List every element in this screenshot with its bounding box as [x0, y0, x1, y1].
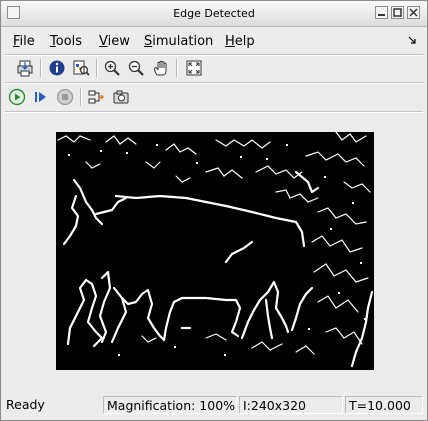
status-state: Ready [6, 397, 45, 412]
menu-help[interactable]: Help [225, 34, 255, 49]
menu-view-label: iew [107, 34, 130, 49]
status-time: T=10.000 [345, 396, 423, 414]
menu-help-mnemonic: H [225, 34, 235, 49]
toolbar-primary [1, 55, 427, 81]
menu-tools[interactable]: Tools [50, 34, 82, 49]
app-window: Edge Detected File Tools View Simulation… [0, 0, 428, 421]
menu-file[interactable]: File [13, 34, 35, 49]
close-icon [409, 8, 418, 17]
toolbar-divider [80, 88, 82, 106]
step-forward-icon [35, 92, 46, 102]
status-image-info: I:240x320 [239, 396, 343, 414]
image-scroll-panel[interactable] [5, 115, 423, 391]
pixel-region-button[interactable] [71, 58, 91, 78]
info-button[interactable] [47, 58, 67, 78]
stop-icon [56, 88, 74, 106]
maximize-button[interactable] [391, 6, 404, 19]
dock-arrow-icon[interactable] [407, 35, 417, 48]
status-bar: Ready Magnification: 100% I:240x320 T=10… [1, 394, 427, 416]
edge-image-graphic [56, 132, 374, 370]
menu-simulation-label: imulation [152, 34, 214, 49]
zoom-out-icon [128, 60, 144, 76]
print-icon [17, 60, 33, 77]
status-magnification: Magnification: 100% [103, 396, 237, 414]
menu-help-label: elp [234, 34, 255, 49]
play-button[interactable] [7, 87, 27, 107]
stop-button[interactable] [55, 87, 75, 107]
play-icon [8, 88, 26, 106]
zoom-in-icon [104, 60, 120, 76]
fit-to-window-icon [186, 60, 202, 76]
edge-detected-image [56, 132, 374, 370]
step-forward-button[interactable] [31, 87, 51, 107]
export-button[interactable] [86, 87, 106, 107]
menu-file-label: ile [19, 34, 35, 49]
toolbar-divider [40, 59, 42, 77]
snapshot-camera-icon [113, 90, 129, 104]
toolbar-simulation [1, 84, 427, 110]
print-button[interactable] [15, 58, 35, 78]
minimize-button[interactable] [375, 6, 388, 19]
pan-button[interactable] [151, 58, 171, 78]
minimize-icon [378, 14, 385, 16]
snapshot-button[interactable] [111, 87, 131, 107]
info-icon [49, 60, 65, 76]
menu-tools-label: ools [55, 34, 83, 49]
menu-view[interactable]: View [99, 34, 130, 49]
menu-simulation[interactable]: Simulation [144, 34, 213, 49]
pixel-region-icon [73, 60, 90, 76]
pan-hand-icon [154, 60, 167, 76]
maximize-icon [393, 8, 402, 17]
export-icon [88, 90, 104, 104]
title-bar[interactable]: Edge Detected [1, 1, 427, 27]
zoom-out-button[interactable] [126, 58, 146, 78]
toolbar-divider [176, 59, 178, 77]
toolbar-divider [96, 59, 98, 77]
menu-bar: File Tools View Simulation Help [1, 29, 427, 53]
menu-view-mnemonic: V [99, 34, 108, 49]
toolbar2-separator [5, 111, 423, 113]
close-button[interactable] [407, 6, 420, 19]
zoom-in-button[interactable] [102, 58, 122, 78]
fit-to-window-button[interactable] [184, 58, 204, 78]
window-title: Edge Detected [173, 7, 255, 20]
